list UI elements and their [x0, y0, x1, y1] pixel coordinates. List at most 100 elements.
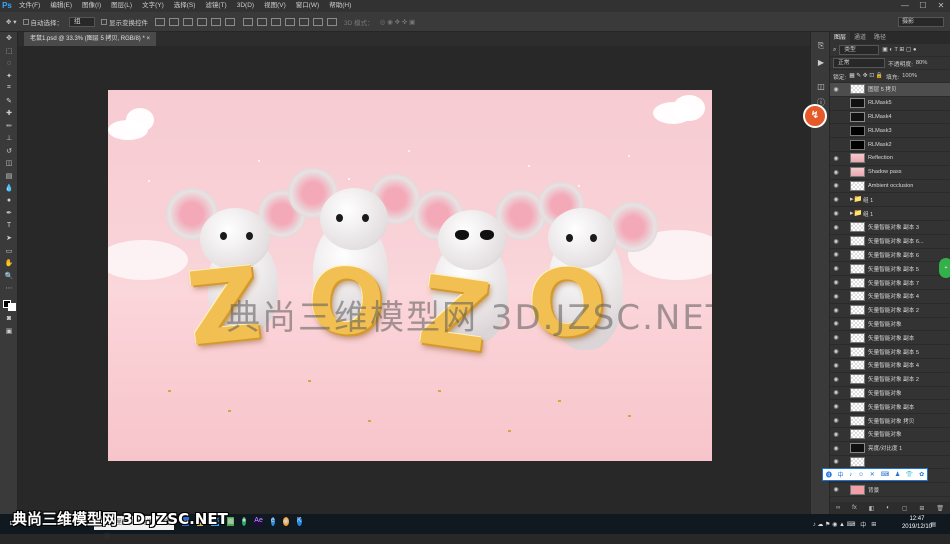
move-tool-icon[interactable]: ✥ ▾	[6, 18, 17, 26]
eyedropper-icon[interactable]: ✎	[0, 95, 18, 108]
filter-kind-dropdown[interactable]: 类型	[839, 45, 880, 55]
layer-row[interactable]: ◉ 矢量智能对象 副本	[830, 331, 950, 346]
visibility-eye-icon[interactable]: ◉	[832, 486, 840, 493]
tab-close-icon[interactable]: ×	[146, 36, 150, 42]
layer-row[interactable]: ◉ 矢量智能对象 副本 6	[830, 249, 950, 263]
distribute-icons[interactable]	[242, 17, 338, 26]
maximize-button[interactable]: ☐	[914, 0, 932, 12]
menu-help[interactable]: 帮助(H)	[324, 0, 356, 12]
plugin-badge-icon[interactable]: ↯	[803, 104, 827, 128]
side-float-button[interactable]: +	[939, 258, 950, 278]
ime-logo-icon[interactable]: ⓿	[826, 470, 832, 479]
layer-row[interactable]: ◉ 矢量智能对象 副本 2	[830, 373, 950, 387]
crop-tool-icon[interactable]: ⌗	[0, 82, 18, 95]
menu-layer[interactable]: 图层(L)	[106, 0, 137, 12]
app2-task-icon[interactable]: ◉	[282, 517, 289, 526]
3d-orbit-icons[interactable]: ◎ ◉ ✥ ✜ ▣	[380, 18, 416, 26]
visibility-eye-icon[interactable]: ◉	[832, 403, 840, 410]
after-effects-task-icon[interactable]: Ae	[254, 517, 263, 526]
document-canvas[interactable]: Z O Z O 典尚三维模型网 3D.JZSC.NET	[108, 90, 712, 461]
layer-row[interactable]: ◉ 矢量智能对象	[830, 387, 950, 401]
layer-row[interactable]: ◉ 背景	[830, 483, 950, 497]
ime-voice-icon[interactable]: ♪	[849, 472, 852, 478]
close-button[interactable]: ✕	[932, 0, 950, 12]
hand-tool-icon[interactable]: ✋	[0, 257, 18, 270]
visibility-eye-icon[interactable]: ◉	[832, 182, 840, 189]
more-tools-icon[interactable]: ⋯	[0, 282, 18, 295]
layer-row[interactable]: ◉ 矢量智能对象 副本 5	[830, 262, 950, 277]
pen-tool-icon[interactable]: ✒	[0, 207, 18, 220]
ime-keyboard-icon[interactable]: ⌨	[880, 471, 889, 478]
layer-row[interactable]: ◉ 矢量智能对象 副本 2	[830, 304, 950, 318]
layer-row[interactable]: ◉ 矢量智能对象 副本 6...	[830, 235, 950, 249]
lock-icons[interactable]: ▦ ✎ ✥ ⊡ 🔒	[849, 73, 883, 79]
tray-lang[interactable]: 中	[860, 520, 866, 529]
history-brush-icon[interactable]: ↺	[0, 145, 18, 158]
visibility-eye-icon[interactable]: ◉	[832, 362, 840, 369]
opacity-value[interactable]: 80%	[916, 60, 928, 66]
marquee-tool-icon[interactable]: ⬚	[0, 45, 18, 58]
taskbar-clock[interactable]: 12:47 2019/12/10	[902, 515, 932, 531]
menu-file[interactable]: 文件(F)	[14, 0, 45, 12]
blend-mode-dropdown[interactable]: 正常	[833, 58, 885, 68]
blur-tool-icon[interactable]: 💧	[0, 182, 18, 195]
layer-row[interactable]: ◉ 矢量智能对象 副本 7	[830, 276, 950, 290]
menu-3d[interactable]: 3D(D)	[232, 0, 259, 12]
layer-row[interactable]: ◉ 矢量智能对象	[830, 428, 950, 442]
menu-image[interactable]: 图像(I)	[77, 0, 106, 12]
tray-icons[interactable]: ♪ ☁ ⚑ ◉ ▲ ⌨	[813, 521, 856, 528]
history-icon[interactable]: ⎘	[811, 38, 831, 54]
gradient-icon[interactable]: ▤	[0, 170, 18, 183]
fill-value[interactable]: 100%	[902, 73, 917, 79]
show-transform-checkbox[interactable]: 显示变换控件	[101, 17, 148, 27]
menu-type[interactable]: 文字(Y)	[137, 0, 169, 12]
canvas-area[interactable]: Z O Z O 典尚三维模型网 3D.JZSC.NET	[18, 46, 810, 514]
path-select-icon[interactable]: ➤	[0, 232, 18, 245]
adjust-icon[interactable]: ◫	[811, 78, 831, 94]
new-layer-icon[interactable]: ⊞	[919, 505, 924, 512]
quick-mask-icon[interactable]: ◙	[0, 313, 18, 326]
clone-stamp-icon[interactable]: ⊥	[0, 132, 18, 145]
app-task-icon[interactable]: ▦	[227, 517, 235, 526]
tray-ime-icon[interactable]: ⊞	[871, 521, 876, 528]
wechat-task-icon[interactable]: ●	[242, 517, 247, 526]
ime-user-icon[interactable]: ♟	[895, 471, 900, 478]
ime-settings-icon[interactable]: ✿	[919, 471, 924, 478]
magic-wand-icon[interactable]: ✦	[0, 70, 18, 83]
dodge-tool-icon[interactable]: ●	[0, 195, 18, 208]
link-layers-icon[interactable]: ∞	[836, 505, 840, 511]
new-group-icon[interactable]: ▢	[902, 505, 908, 512]
visibility-eye-icon[interactable]: ◉	[832, 348, 840, 355]
layer-row[interactable]: ◉ 矢量智能对象 副本 3	[830, 221, 950, 235]
align-icons[interactable]	[154, 17, 236, 26]
layer-row[interactable]: RLMask5	[830, 97, 950, 111]
visibility-eye-icon[interactable]: ◉	[832, 251, 840, 258]
layer-row[interactable]: ◉ 矢量智能对象 拷贝	[830, 414, 950, 428]
color-swatches-icon[interactable]	[0, 295, 18, 313]
layer-row[interactable]: RLMask2	[830, 138, 950, 152]
visibility-eye-icon[interactable]: ◉	[832, 334, 840, 341]
filter-icons[interactable]: ▣ ◐ T ⊞ ▢ ●	[882, 47, 916, 53]
layer-row[interactable]: ◉ Shadow pass	[830, 166, 950, 180]
layer-row[interactable]: ◉ 矢量智能对象 副本	[830, 400, 950, 415]
layer-row[interactable]: ◉ 图层 5 拷贝	[830, 83, 950, 97]
visibility-eye-icon[interactable]: ◉	[832, 320, 840, 327]
eraser-icon[interactable]: ◫	[0, 157, 18, 170]
play-action-icon[interactable]: ▶	[811, 54, 831, 70]
layer-row[interactable]: ◉ ▸📁 组 1	[830, 207, 950, 221]
layer-row[interactable]: ◉ ▸📁 组 1	[830, 193, 950, 208]
healing-brush-icon[interactable]: ✚	[0, 107, 18, 120]
zoom-tool-icon[interactable]: 🔍	[0, 270, 18, 283]
menu-view[interactable]: 视图(V)	[259, 0, 291, 12]
move-tool-icon[interactable]: ✥	[0, 32, 18, 45]
layer-row[interactable]: ◉ 矢量智能对象 副本 5	[830, 345, 950, 359]
visibility-eye-icon[interactable]: ◉	[832, 169, 840, 176]
ime-tools-icon[interactable]: ✕	[870, 471, 875, 478]
visibility-eye-icon[interactable]: ◉	[832, 210, 840, 217]
layer-row[interactable]: ◉ 矢量智能对象 副本 4	[830, 359, 950, 373]
document-tab[interactable]: 老鼠1.psd @ 33.3% (图层 5 拷贝, RGB/8) * ×	[24, 32, 156, 46]
adjustment-layer-icon[interactable]: ◐	[886, 505, 890, 511]
menu-select[interactable]: 选择(S)	[169, 0, 201, 12]
visibility-eye-icon[interactable]: ◉	[832, 238, 840, 245]
visibility-eye-icon[interactable]: ◉	[832, 389, 840, 396]
